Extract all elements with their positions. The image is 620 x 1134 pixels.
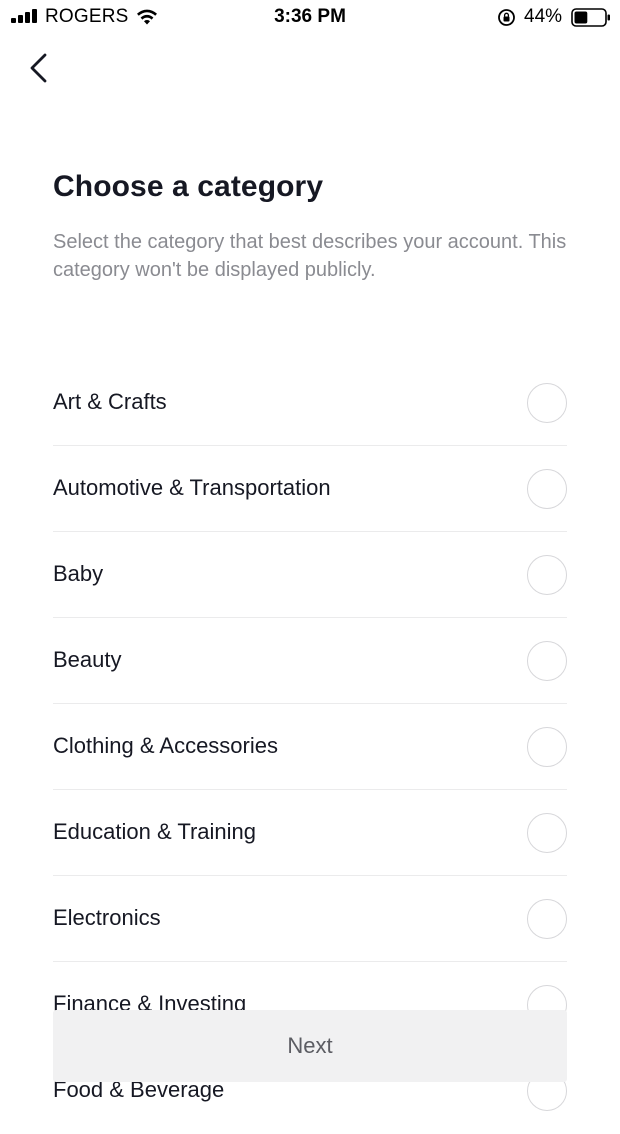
radio-button[interactable]	[527, 383, 567, 423]
category-item-automotive-transportation[interactable]: Automotive & Transportation	[53, 446, 567, 532]
category-item-baby[interactable]: Baby	[53, 532, 567, 618]
radio-button[interactable]	[527, 727, 567, 767]
status-bar: ROGERS 3:36 PM 44%	[0, 0, 620, 34]
category-label: Baby	[53, 561, 104, 586]
category-label: Education & Training	[53, 819, 257, 844]
battery-percent: 44%	[524, 6, 563, 27]
radio-button[interactable]	[527, 641, 567, 681]
rotation-lock-icon	[498, 9, 515, 26]
radio-button[interactable]	[527, 555, 567, 595]
category-label: Electronics	[53, 905, 161, 930]
category-label: Beauty	[53, 647, 122, 672]
category-item-clothing-accessories[interactable]: Clothing & Accessories	[53, 704, 567, 790]
category-item-education-training[interactable]: Education & Training	[53, 790, 567, 876]
page-title: Choose a category	[53, 170, 324, 203]
page-subtitle: Select the category that best describes …	[53, 231, 567, 281]
category-label: Art & Crafts	[53, 389, 167, 414]
radio-button[interactable]	[527, 899, 567, 939]
category-item-beauty[interactable]: Beauty	[53, 618, 567, 704]
category-item-art-crafts[interactable]: Art & Crafts	[53, 360, 567, 446]
radio-button[interactable]	[527, 469, 567, 509]
next-button[interactable]: Next	[53, 1010, 567, 1082]
category-item-electronics[interactable]: Electronics	[53, 876, 567, 962]
battery-icon	[571, 8, 610, 27]
radio-button[interactable]	[527, 813, 567, 853]
chevron-left-icon	[30, 53, 47, 83]
category-label: Automotive & Transportation	[53, 475, 331, 500]
category-label: Clothing & Accessories	[53, 733, 278, 758]
back-button[interactable]	[22, 48, 58, 88]
